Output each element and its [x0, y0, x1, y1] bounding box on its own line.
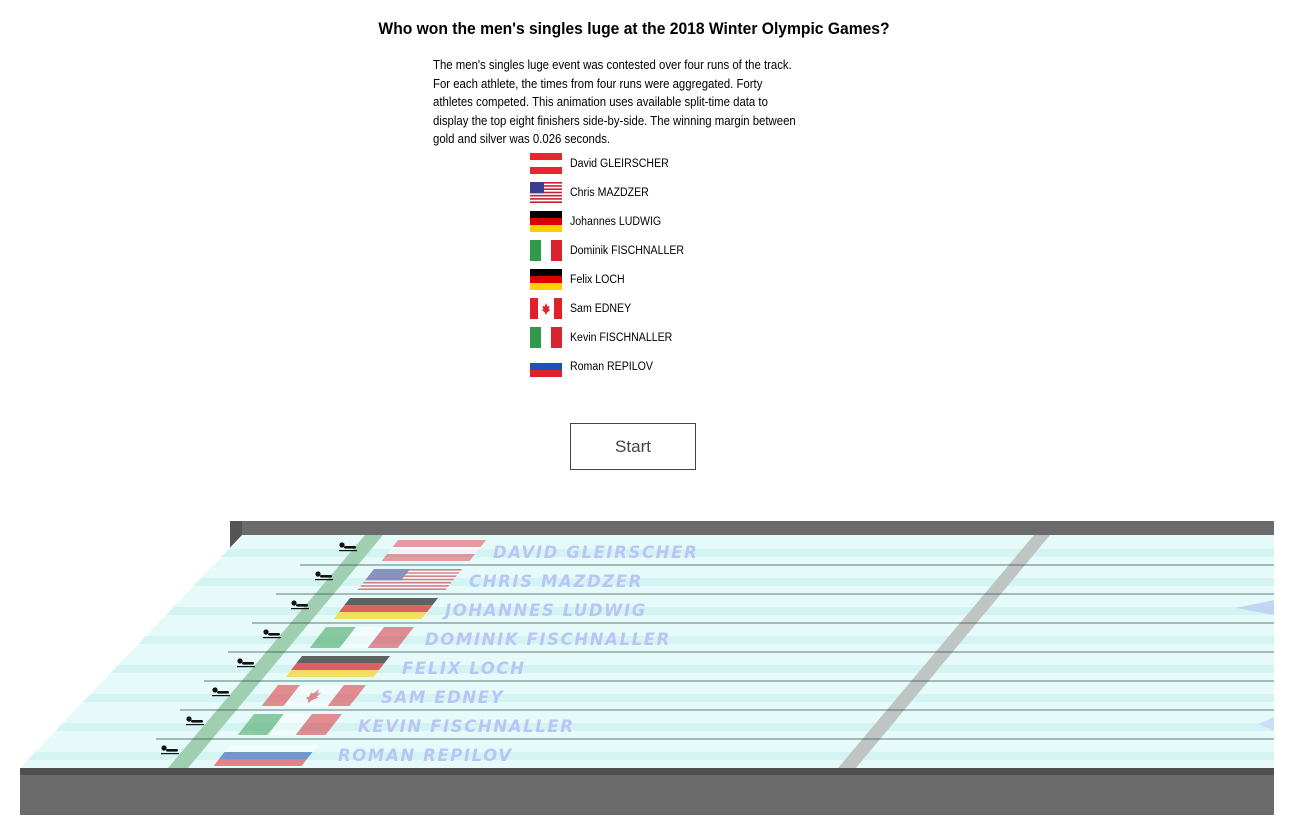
- germany-flag-icon: [285, 656, 390, 677]
- legend-item: Kevin FISCHNALLER: [530, 323, 694, 352]
- intro-paragraph: The men's singles luge event was contest…: [433, 58, 796, 146]
- austria-flag-icon: [381, 540, 486, 561]
- legend-item: Felix LOCH: [530, 265, 694, 294]
- russia-flag-icon: [213, 745, 318, 766]
- legend-item: Chris MAZDZER: [530, 178, 694, 207]
- legend-athlete-name: Felix LOCH: [570, 273, 625, 286]
- legend-item: David GLEIRSCHER: [530, 149, 694, 178]
- legend-item: Dominik FISCHNALLER: [530, 236, 694, 265]
- usa-flag-icon: [530, 182, 562, 203]
- russia-flag-icon: [530, 356, 562, 377]
- austria-flag-icon: [530, 153, 562, 174]
- legend-athlete-name: David GLEIRSCHER: [570, 157, 669, 170]
- lane-athlete-name: JOHANNES LUDWIG: [442, 601, 647, 620]
- germany-flag-icon: [530, 269, 562, 290]
- track-front-wall-top: [20, 768, 1274, 775]
- lane-athlete-name: KEVIN FISCHNALLER: [358, 717, 575, 736]
- italy-flag-icon: [309, 627, 414, 648]
- legend-item: Johannes LUDWIG: [530, 207, 694, 236]
- legend-athlete-name: Dominik FISCHNALLER: [570, 244, 685, 257]
- italy-flag-icon: [530, 240, 562, 261]
- lane-athlete-name: ROMAN REPILOV: [338, 746, 513, 765]
- lane-athlete-name: CHRIS MAZDZER: [469, 572, 643, 591]
- italy-flag-icon: [237, 714, 342, 735]
- start-button[interactable]: Start: [570, 423, 696, 470]
- legend-athlete-name: Kevin FISCHNALLER: [570, 331, 673, 344]
- legend-athlete-name: Roman REPILOV: [570, 360, 653, 373]
- luge-track: DAVID GLEIRSCHER CHRIS MAZDZER JOHANNES …: [20, 521, 1274, 815]
- germany-flag-icon: [333, 598, 438, 619]
- legend-athlete-name: Chris MAZDZER: [570, 186, 649, 199]
- lane-athlete-name: FELIX LOCH: [402, 659, 526, 678]
- legend-item: Sam EDNEY: [530, 294, 694, 323]
- lane-athlete-name: DOMINIK FISCHNALLER: [425, 630, 671, 649]
- lane-4: DOMINIK FISCHNALLER: [263, 627, 671, 649]
- legend-athlete-name: Sam EDNEY: [570, 302, 632, 315]
- canada-flag-icon: [261, 685, 366, 706]
- canada-flag-icon: [530, 298, 562, 319]
- track-back-wall: [230, 521, 1274, 536]
- legend-item: Roman REPILOV: [530, 352, 694, 381]
- lane-athlete-name: DAVID GLEIRSCHER: [493, 543, 698, 562]
- athlete-legend: David GLEIRSCHER Chris MAZDZER Johannes …: [530, 149, 694, 381]
- germany-flag-icon: [530, 211, 562, 232]
- lane-athlete-name: SAM EDNEY: [381, 688, 505, 707]
- usa-flag-icon: [357, 569, 462, 590]
- page-title: Who won the men's singles luge at the 20…: [378, 19, 890, 38]
- track-front-wall: [20, 775, 1274, 815]
- legend-athlete-name: Johannes LUDWIG: [570, 215, 662, 228]
- italy-flag-icon: [530, 327, 562, 348]
